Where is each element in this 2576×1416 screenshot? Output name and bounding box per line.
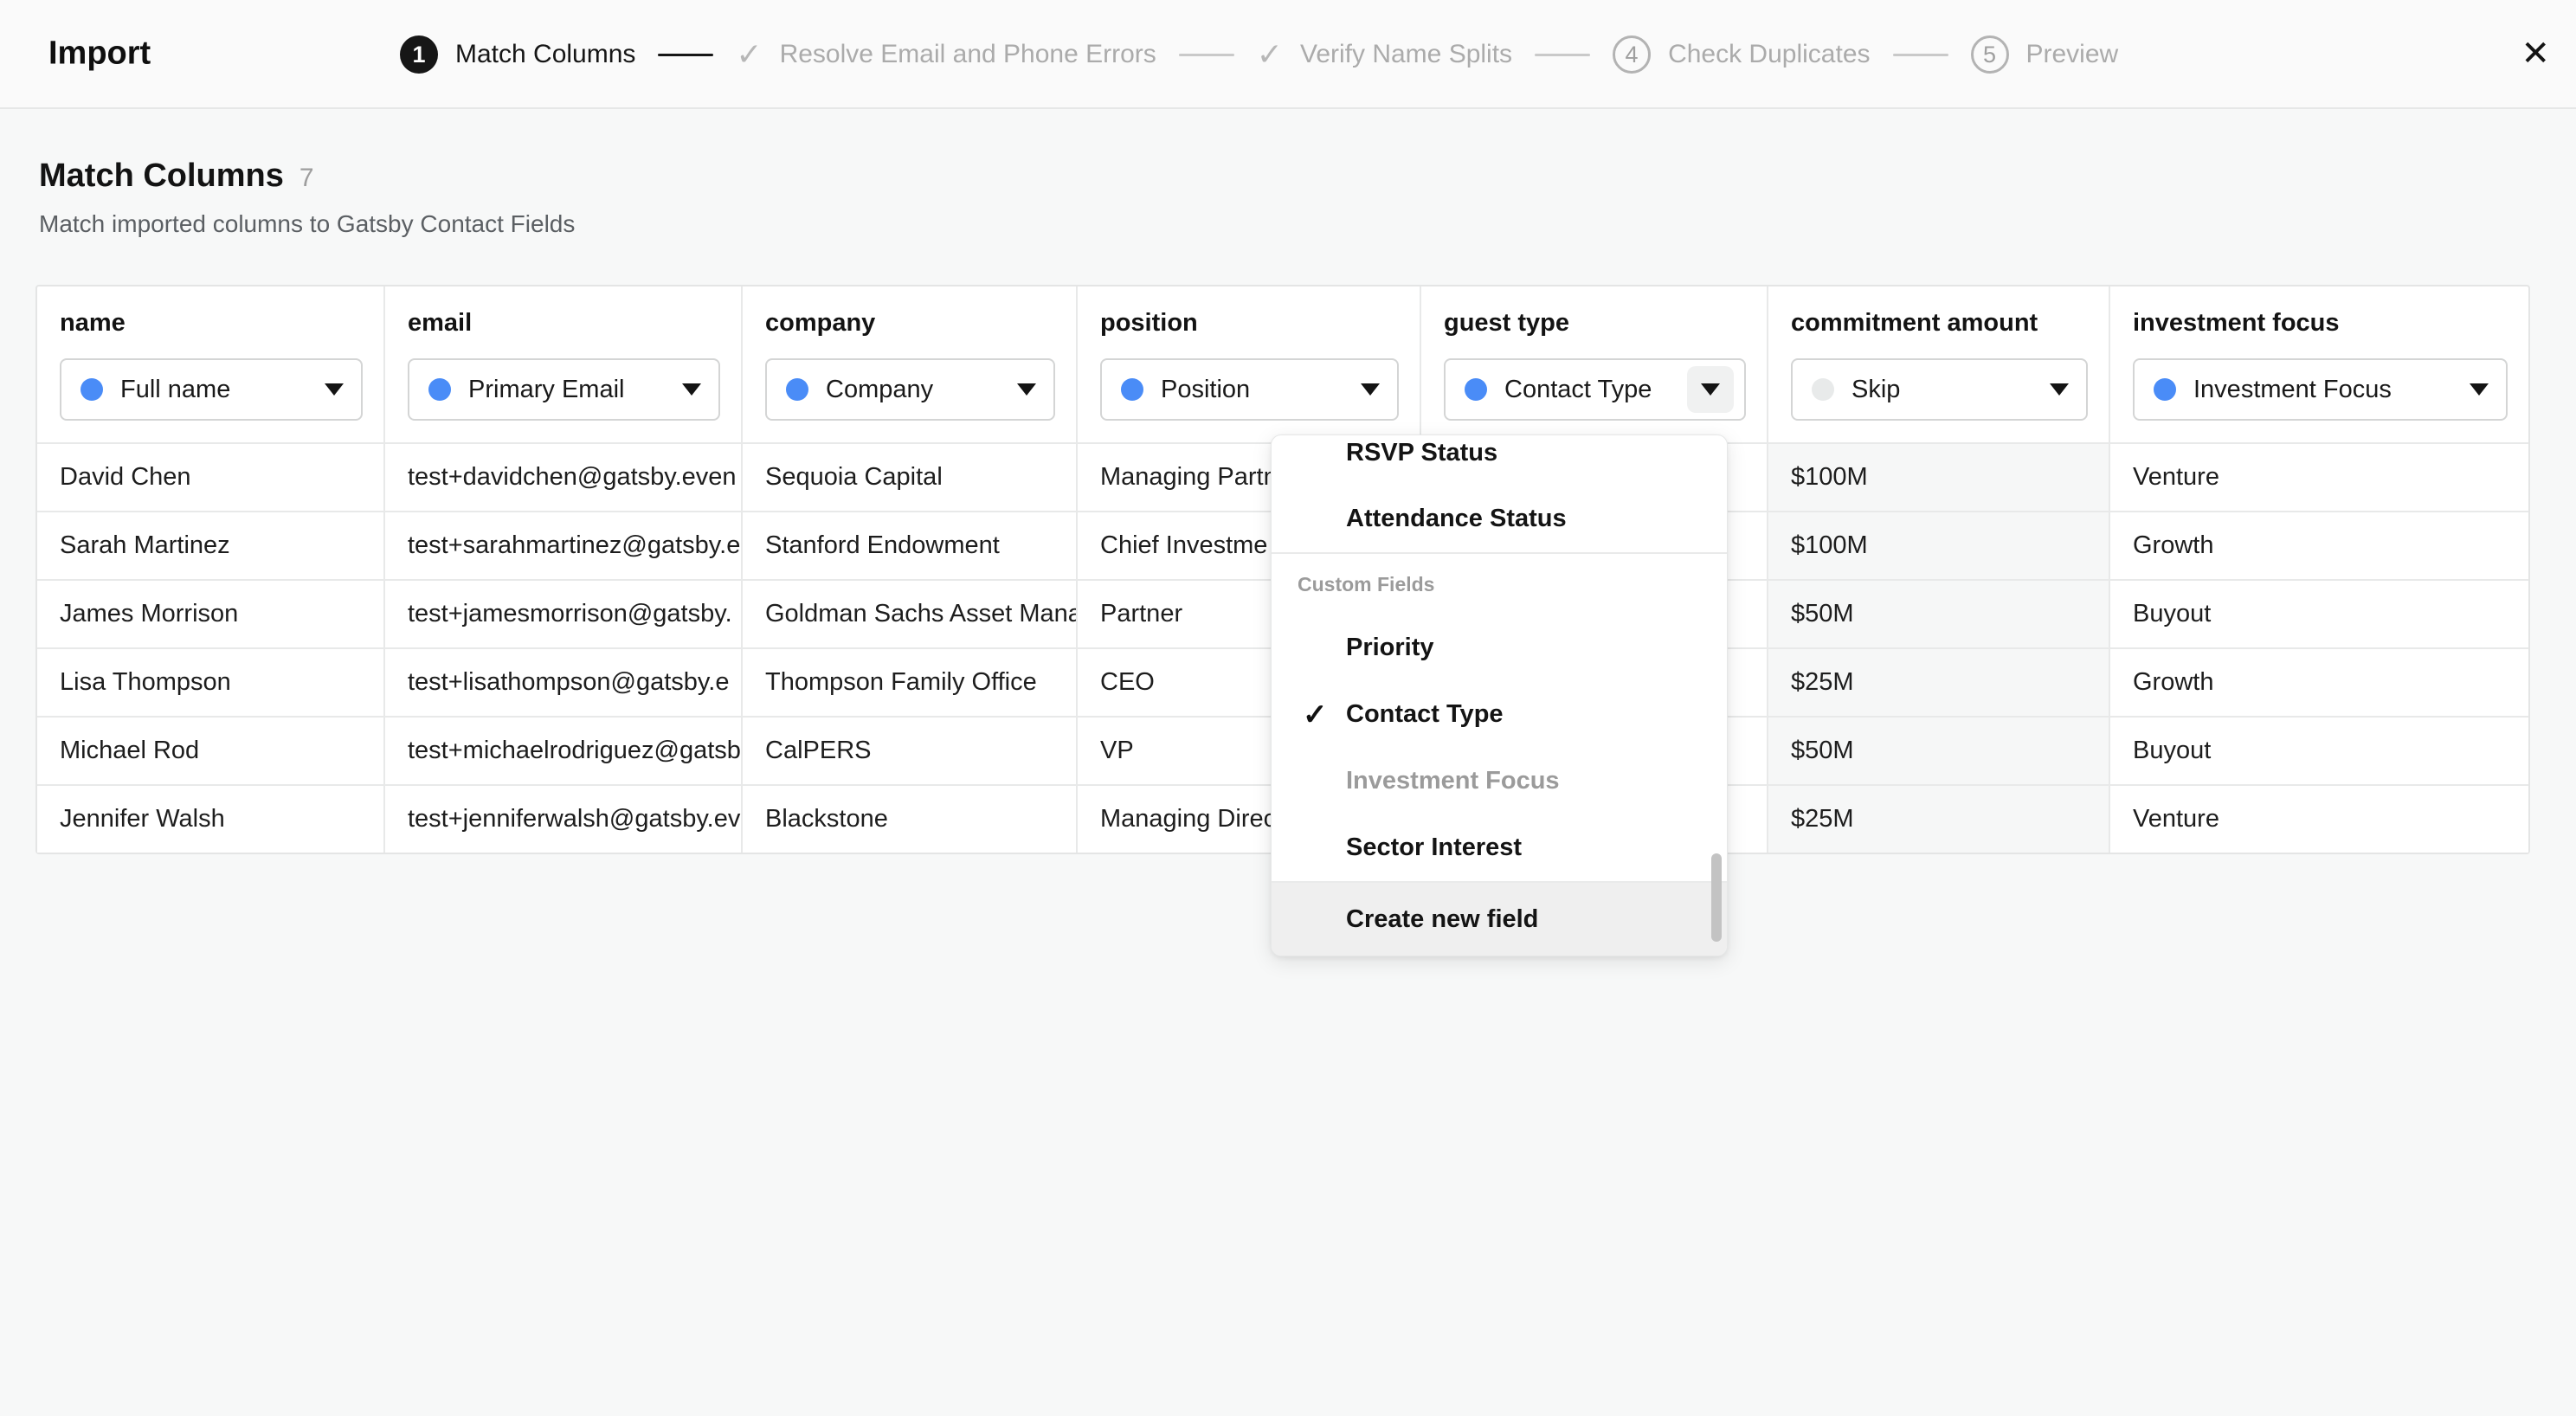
field-mapping-select-commitment[interactable]: Skip — [1791, 358, 2088, 421]
cell-name: Lisa Thompson — [37, 649, 383, 716]
step-check-duplicates[interactable]: 4 Check Duplicates — [1613, 35, 1870, 74]
cell-name: David Chen — [37, 444, 383, 511]
cell-name: Michael Rod — [37, 718, 383, 784]
cell-focus: Venture — [2109, 444, 2528, 511]
step-verify-name-splits[interactable]: ✓ Verify Name Splits — [1257, 39, 1512, 70]
table-header-row: name Full name email Primary Email compa… — [37, 286, 2528, 442]
cell-email: test+michaelrodriguez@gatsb — [383, 718, 741, 784]
column-header-guest-type: guest type Contact Type — [1420, 286, 1767, 442]
page-subtitle: Match imported columns to Gatsby Contact… — [39, 210, 575, 238]
import-title: Import — [48, 35, 151, 73]
step-connector — [658, 54, 713, 56]
dropdown-scrollbar-thumb[interactable] — [1711, 853, 1722, 942]
step-match-columns[interactable]: 1 Match Columns — [400, 35, 635, 74]
open-select-caret-button[interactable] — [1687, 366, 1734, 413]
column-header-email: email Primary Email — [383, 286, 741, 442]
wizard-stepper: 1 Match Columns ✓ Resolve Email and Phon… — [400, 0, 2118, 109]
column-header-position: position Position — [1076, 286, 1420, 442]
field-mapping-select-name[interactable]: Full name — [60, 358, 363, 421]
cell-name: Sarah Martinez — [37, 512, 383, 579]
field-mapping-select-email[interactable]: Primary Email — [408, 358, 720, 421]
menu-item-priority[interactable]: Priority — [1272, 615, 1727, 681]
menu-item-sector-interest[interactable]: Sector Interest — [1272, 814, 1727, 881]
cell-email: test+davidchen@gatsby.even — [383, 444, 741, 511]
step-preview[interactable]: 5 Preview — [1971, 35, 2119, 74]
page-heading: Match Columns 7 Match imported columns t… — [39, 158, 575, 238]
chevron-down-icon — [1361, 383, 1380, 396]
menu-item-investment-focus[interactable]: Investment Focus — [1272, 748, 1727, 814]
cell-focus: Buyout — [2109, 581, 2528, 647]
mapped-field-dot — [1465, 378, 1487, 401]
mapped-field-dot — [786, 378, 808, 401]
step-connector — [1179, 54, 1234, 56]
field-mapping-select-position[interactable]: Position — [1100, 358, 1399, 421]
column-header-name: name Full name — [37, 286, 383, 442]
cell-company: Goldman Sachs Asset Manag — [741, 581, 1076, 647]
check-icon: ✓ — [1303, 698, 1328, 732]
cell-focus: Growth — [2109, 512, 2528, 579]
cell-company: Thompson Family Office — [741, 649, 1076, 716]
step-4-circle: 4 — [1613, 35, 1651, 74]
column-header-commitment-amount: commitment amount Skip — [1767, 286, 2109, 442]
cell-name: James Morrison — [37, 581, 383, 647]
menu-item-attendance-status[interactable]: Attendance Status — [1272, 486, 1727, 552]
cell-email: test+jamesmorrison@gatsby. — [383, 581, 741, 647]
field-mapping-dropdown-menu: RSVP Status Attendance Status Custom Fie… — [1271, 434, 1728, 956]
cell-company: Stanford Endowment — [741, 512, 1076, 579]
cell-commitment: $50M — [1767, 581, 2109, 647]
cell-commitment: $25M — [1767, 649, 2109, 716]
check-icon: ✓ — [736, 39, 762, 70]
field-mapping-select-company[interactable]: Company — [765, 358, 1055, 421]
chevron-down-icon — [325, 383, 344, 396]
menu-item-create-new-field[interactable]: Create new field — [1272, 883, 1727, 956]
cell-commitment: $25M — [1767, 786, 2109, 853]
field-mapping-select-guest-type[interactable]: Contact Type — [1444, 358, 1746, 421]
chevron-down-icon — [1017, 383, 1036, 396]
cell-focus: Buyout — [2109, 718, 2528, 784]
skipped-field-dot — [1812, 378, 1834, 401]
page-title: Match Columns — [39, 158, 284, 195]
chevron-down-icon — [1701, 383, 1720, 396]
cell-email: test+sarahmartinez@gatsby.e — [383, 512, 741, 579]
field-mapping-select-investment-focus[interactable]: Investment Focus — [2133, 358, 2508, 421]
chevron-down-icon — [2470, 383, 2489, 396]
check-icon: ✓ — [1257, 39, 1283, 70]
column-header-company: company Company — [741, 286, 1076, 442]
step-connector — [1893, 54, 1948, 56]
cell-focus: Growth — [2109, 649, 2528, 716]
close-icon[interactable]: ✕ — [2521, 36, 2550, 71]
cell-company: CalPERS — [741, 718, 1076, 784]
cell-name: Jennifer Walsh — [37, 786, 383, 853]
cell-commitment: $100M — [1767, 512, 2109, 579]
chevron-down-icon — [682, 383, 701, 396]
mapped-field-dot — [80, 378, 103, 401]
step-5-circle: 5 — [1971, 35, 2009, 74]
custom-fields-section-label: Custom Fields — [1272, 554, 1727, 615]
cell-focus: Venture — [2109, 786, 2528, 853]
cell-commitment: $50M — [1767, 718, 2109, 784]
cell-email: test+jenniferwalsh@gatsby.ev — [383, 786, 741, 853]
menu-item-contact-type[interactable]: ✓ Contact Type — [1272, 681, 1727, 748]
step-connector — [1535, 54, 1590, 56]
cell-email: test+lisathompson@gatsby.e — [383, 649, 741, 716]
cell-company: Blackstone — [741, 786, 1076, 853]
import-wizard-topbar: Import 1 Match Columns ✓ Resolve Email a… — [0, 0, 2576, 109]
column-count: 7 — [299, 164, 314, 193]
cell-commitment: $100M — [1767, 444, 2109, 511]
step-resolve-errors[interactable]: ✓ Resolve Email and Phone Errors — [736, 39, 1156, 70]
cell-company: Sequoia Capital — [741, 444, 1076, 511]
menu-item-rsvp-status[interactable]: RSVP Status — [1272, 435, 1727, 486]
chevron-down-icon — [2050, 383, 2069, 396]
mapped-field-dot — [1121, 378, 1143, 401]
column-header-investment-focus: investment focus Investment Focus — [2109, 286, 2528, 442]
step-1-circle: 1 — [400, 35, 438, 74]
mapped-field-dot — [2154, 378, 2176, 401]
mapped-field-dot — [428, 378, 451, 401]
